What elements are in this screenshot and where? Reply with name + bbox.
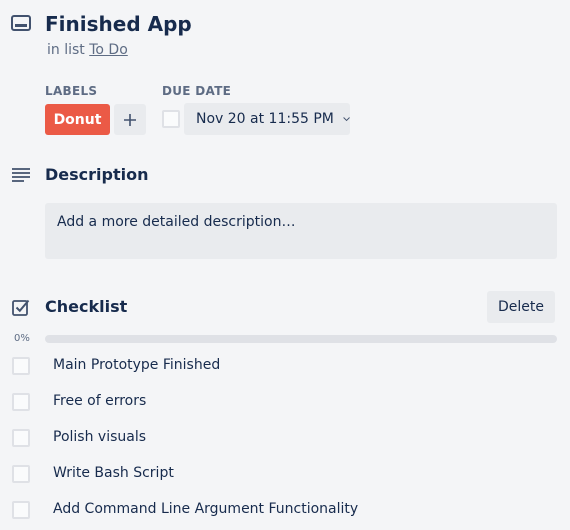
checklist-item[interactable]: Free of errors	[0, 384, 570, 420]
checklist-item-checkbox[interactable]	[12, 393, 30, 411]
description-input[interactable]: Add a more detailed description…	[45, 203, 557, 259]
card-icon	[11, 15, 31, 31]
checklist-item-text[interactable]: Polish visuals	[53, 428, 146, 446]
checklist-icon	[12, 299, 30, 316]
description-title: Description	[45, 165, 149, 184]
delete-checklist-button[interactable]: Delete	[487, 291, 555, 323]
checklist-item-text[interactable]: Free of errors	[53, 392, 146, 410]
checklist-item[interactable]: Write Bash Script	[0, 456, 570, 492]
label-chip-donut[interactable]: Donut	[45, 104, 110, 135]
description-icon	[12, 168, 30, 182]
due-date-complete-checkbox[interactable]	[162, 110, 180, 128]
checklist-item-text[interactable]: Add Command Line Argument Functionality	[53, 500, 358, 518]
checklist-item-checkbox[interactable]	[12, 501, 30, 519]
checklist-item-text[interactable]: Write Bash Script	[53, 464, 174, 482]
checklist-item[interactable]: Main Prototype Finished	[0, 348, 570, 384]
labels-heading: LABELS	[45, 84, 98, 98]
chevron-down-icon	[343, 117, 350, 122]
checklist-item-checkbox[interactable]	[12, 465, 30, 483]
checklist-progress-percent: 0%	[14, 333, 30, 344]
checklist-item-checkbox[interactable]	[12, 357, 30, 375]
checklist-title[interactable]: Checklist	[45, 297, 127, 317]
description-placeholder: Add a more detailed description…	[57, 214, 296, 230]
list-link[interactable]: To Do	[89, 42, 128, 58]
checklist-item-checkbox[interactable]	[12, 429, 30, 447]
checklist-item-text[interactable]: Main Prototype Finished	[53, 356, 220, 374]
due-date-value: Nov 20 at 11:55 PM	[196, 111, 334, 127]
due-date-button[interactable]: Nov 20 at 11:55 PM	[184, 103, 350, 135]
card-title[interactable]: Finished App	[45, 10, 192, 38]
due-date-heading: DUE DATE	[162, 84, 232, 98]
plus-icon	[124, 113, 136, 126]
checklist-item[interactable]: Polish visuals	[0, 420, 570, 456]
add-label-button[interactable]	[114, 104, 146, 135]
list-location: in list To Do	[47, 41, 128, 59]
list-prefix: in list	[47, 42, 85, 58]
checklist-item[interactable]: Add Command Line Argument Functionality	[0, 492, 570, 528]
checklist-progress-bar	[45, 335, 557, 343]
